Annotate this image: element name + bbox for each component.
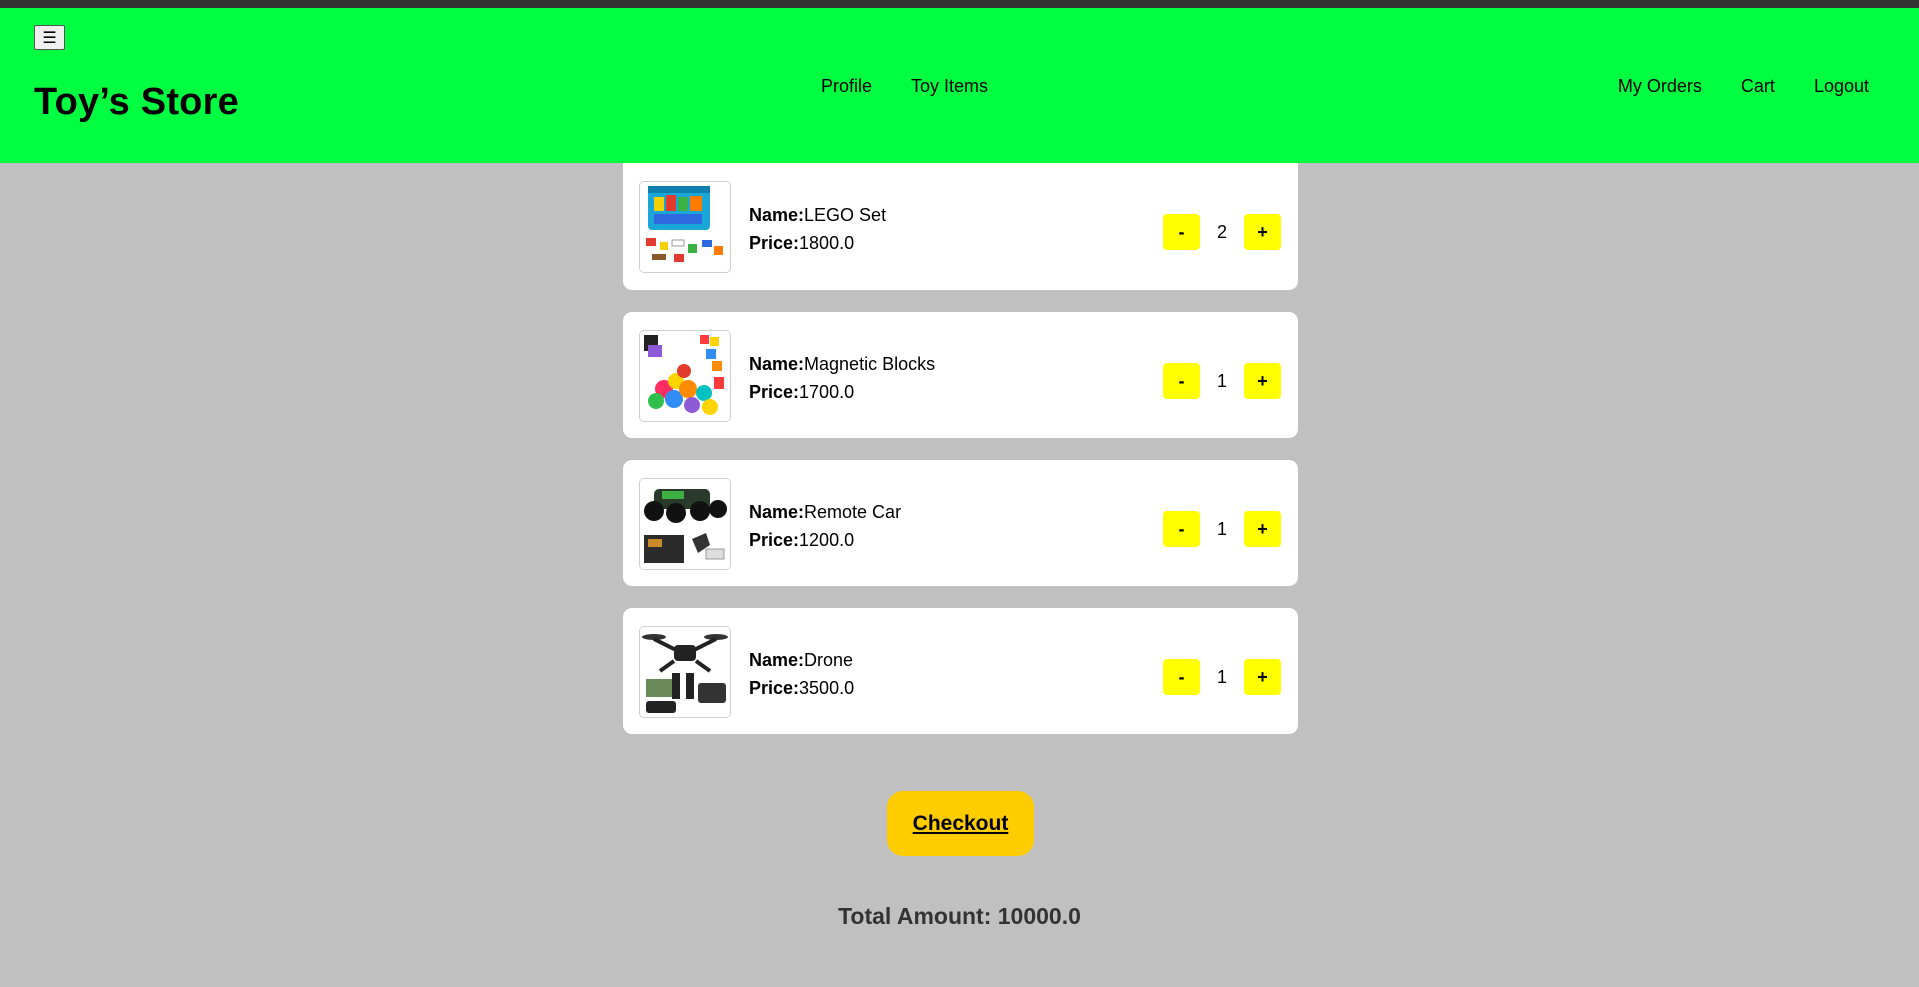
drone-image bbox=[639, 626, 731, 718]
quantity-stepper: - 1 + bbox=[1163, 511, 1281, 547]
item-name-label: Name: bbox=[749, 650, 805, 670]
quantity-stepper: - 1 + bbox=[1163, 659, 1281, 695]
lego-box-image bbox=[639, 181, 731, 273]
item-price-label: Price: bbox=[749, 678, 800, 698]
cart-item: Name:Drone Price:3500.0 - 1 + bbox=[623, 608, 1298, 734]
quantity-stepper: - 2 + bbox=[1163, 214, 1281, 250]
item-name: LEGO Set bbox=[804, 205, 887, 225]
decrease-quantity-button[interactable]: - bbox=[1163, 363, 1200, 399]
item-info: Name:Magnetic Blocks Price:1700.0 bbox=[749, 350, 935, 406]
decrease-quantity-button[interactable]: - bbox=[1163, 214, 1200, 250]
cart-item: Name:Magnetic Blocks Price:1700.0 - 1 + bbox=[623, 312, 1298, 438]
quantity-value: 2 bbox=[1216, 221, 1227, 242]
item-price: 1200.0 bbox=[799, 530, 855, 550]
brand-title: Toy’s Store bbox=[34, 81, 239, 123]
site-header: ☰ Toy’s Store Profile Toy Items My Order… bbox=[0, 8, 1919, 163]
item-info: Name:Drone Price:3500.0 bbox=[749, 646, 854, 702]
increase-quantity-button[interactable]: + bbox=[1244, 511, 1281, 547]
increase-quantity-button[interactable]: + bbox=[1244, 659, 1281, 695]
nav-logout[interactable]: Logout bbox=[1814, 76, 1869, 97]
item-name-label: Name: bbox=[749, 354, 805, 374]
increase-quantity-button[interactable]: + bbox=[1244, 363, 1281, 399]
cart-list: Name:LEGO Set Price:1800.0 - 2 + Name:Ma… bbox=[623, 163, 1298, 756]
checkout-button[interactable]: Checkout bbox=[887, 791, 1034, 856]
nav-my-orders[interactable]: My Orders bbox=[1618, 76, 1702, 97]
quantity-value: 1 bbox=[1216, 518, 1227, 539]
quantity-value: 1 bbox=[1216, 666, 1227, 687]
decrease-quantity-button[interactable]: - bbox=[1163, 659, 1200, 695]
nav-cart[interactable]: Cart bbox=[1741, 76, 1775, 97]
remote-car-image bbox=[639, 478, 731, 570]
item-price: 3500.0 bbox=[799, 678, 855, 698]
item-info: Name:LEGO Set Price:1800.0 bbox=[749, 201, 886, 257]
main-nav: Profile Toy Items bbox=[821, 76, 988, 97]
item-name-label: Name: bbox=[749, 502, 805, 522]
item-name-label: Name: bbox=[749, 205, 805, 225]
user-nav: My Orders Cart Logout bbox=[1618, 76, 1869, 97]
item-price: 1800.0 bbox=[799, 233, 855, 253]
magnetic-blocks-image bbox=[639, 330, 731, 422]
nav-toy-items[interactable]: Toy Items bbox=[911, 76, 988, 97]
item-price-label: Price: bbox=[749, 530, 800, 550]
item-name: Drone bbox=[804, 650, 854, 670]
cart-item: Name:LEGO Set Price:1800.0 - 2 + bbox=[623, 163, 1298, 290]
cart-item: Name:Remote Car Price:1200.0 - 1 + bbox=[623, 460, 1298, 586]
hamburger-menu-icon[interactable]: ☰ bbox=[34, 25, 65, 50]
item-info: Name:Remote Car Price:1200.0 bbox=[749, 498, 901, 554]
item-name: Remote Car bbox=[804, 502, 902, 522]
item-name: Magnetic Blocks bbox=[804, 354, 936, 374]
quantity-stepper: - 1 + bbox=[1163, 363, 1281, 399]
item-price-label: Price: bbox=[749, 233, 800, 253]
increase-quantity-button[interactable]: + bbox=[1244, 214, 1281, 250]
quantity-value: 1 bbox=[1216, 370, 1227, 391]
item-price-label: Price: bbox=[749, 382, 800, 402]
browser-top-strip bbox=[0, 0, 1919, 8]
nav-profile[interactable]: Profile bbox=[821, 76, 872, 97]
item-price: 1700.0 bbox=[799, 382, 855, 402]
decrease-quantity-button[interactable]: - bbox=[1163, 511, 1200, 547]
total-amount: Total Amount: 10000.0 bbox=[838, 903, 1081, 929]
